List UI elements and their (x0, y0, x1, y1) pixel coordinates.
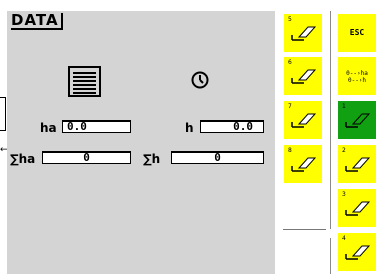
softkey-number: 2 (342, 147, 346, 154)
area-hatched-icon (68, 66, 101, 97)
softkey-number: 3 (342, 191, 346, 198)
softkey-2[interactable]: 2 (338, 145, 376, 183)
eraser-icon (291, 69, 316, 84)
eraser-icon (291, 26, 316, 41)
reset-ha-label: 0--›ha (346, 70, 368, 77)
eraser-icon (345, 245, 370, 260)
data-panel (7, 11, 275, 274)
total-ha-value-field: 0 (42, 151, 131, 164)
softkey-1[interactable]: 1 (338, 101, 376, 139)
softkey-8[interactable]: 8 (284, 145, 322, 183)
softkey-number: 7 (288, 103, 292, 110)
page-title: DATA (11, 13, 63, 30)
esc-button[interactable]: ESC (338, 14, 376, 52)
eraser-icon (291, 157, 316, 172)
esc-label: ESC (349, 28, 365, 37)
empty-softkey-divider (283, 229, 326, 230)
ha-label: ha (40, 121, 57, 135)
h-value: 0.0 (233, 120, 253, 133)
h-label: h (185, 121, 194, 135)
reset-counters-button[interactable]: 0--›ha 0--›h (338, 57, 376, 95)
softkey-number: 6 (288, 59, 292, 66)
softkey-separator (330, 11, 331, 229)
total-ha-value: 0 (83, 151, 90, 164)
eraser-icon (345, 201, 370, 216)
total-h-value-field: 0 (171, 151, 264, 164)
eraser-icon (345, 113, 370, 128)
softkey-number: 4 (342, 235, 346, 242)
reset-h-label: 0--›h (347, 77, 367, 84)
total-ha-label: ∑ha (10, 152, 36, 166)
ha-value: 0.0 (67, 120, 87, 133)
softkey-5[interactable]: 5 (284, 14, 322, 52)
eraser-icon (345, 157, 370, 172)
edge-indicator (0, 97, 6, 131)
clock-icon (191, 71, 209, 89)
eraser-icon (291, 113, 316, 128)
total-h-value: 0 (214, 151, 221, 164)
softkey-6[interactable]: 6 (284, 57, 322, 95)
total-h-label: ∑h (143, 152, 161, 166)
ha-value-field: 0.0 (62, 120, 131, 133)
softkey-4[interactable]: 4 (338, 233, 376, 271)
softkey-separator (330, 238, 331, 274)
softkey-number: 5 (288, 16, 292, 23)
softkey-number: 8 (288, 147, 292, 154)
left-arrow-icon: ← (0, 145, 8, 155)
h-value-field: 0.0 (200, 120, 264, 133)
softkey-7[interactable]: 7 (284, 101, 322, 139)
softkey-number: 1 (342, 103, 346, 110)
softkey-3[interactable]: 3 (338, 189, 376, 227)
